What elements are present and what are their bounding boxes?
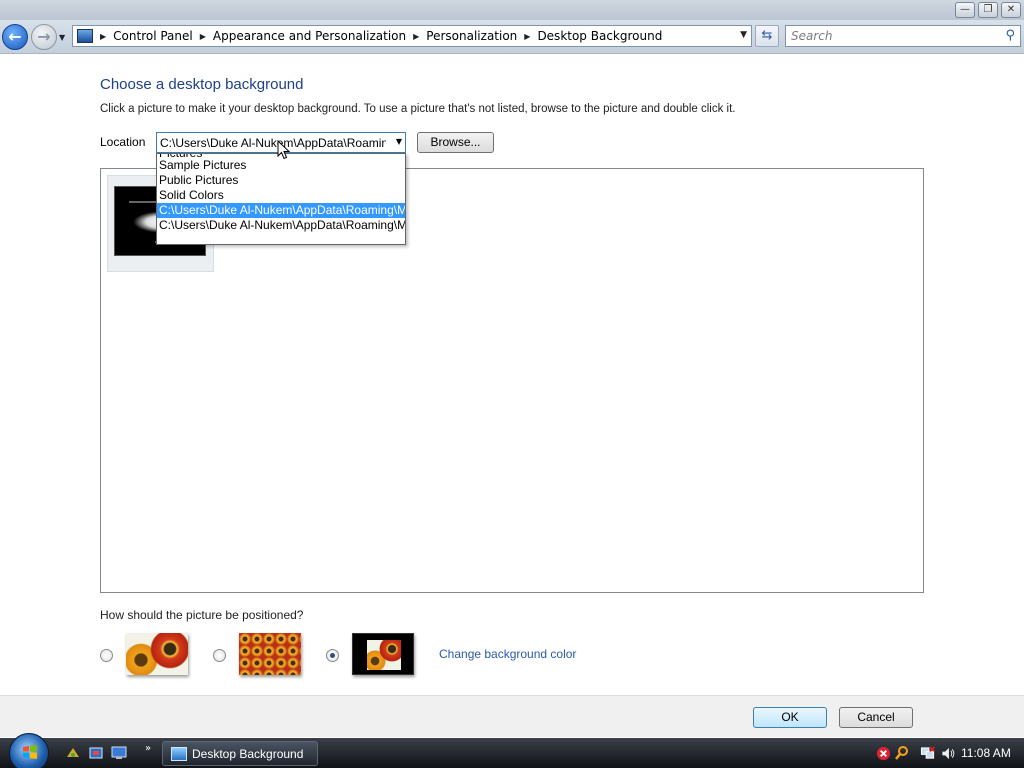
location-value: C:\Users\Duke Al-Nukem\AppData\Roaming\M…	[160, 136, 386, 150]
location-option[interactable]: Sample Pictures	[157, 158, 405, 173]
quicklaunch-more-icon[interactable]: »	[145, 743, 151, 754]
address-dropdown-icon[interactable]: ▼	[740, 30, 747, 40]
windows-logo-icon	[23, 745, 37, 759]
ok-button[interactable]: OK	[753, 707, 827, 728]
breadcrumb-arrow-icon[interactable]: ▶	[97, 32, 109, 41]
cancel-button[interactable]: Cancel	[839, 707, 913, 728]
location-option[interactable]: C:\Users\Duke Al-Nukem\AppData\Roaming\M…	[157, 218, 405, 233]
forward-button[interactable]: →	[31, 24, 57, 50]
position-fill-image[interactable]	[126, 633, 188, 675]
maximize-button[interactable]: ❐	[978, 2, 998, 18]
location-option[interactable]: Public Pictures	[157, 173, 405, 188]
recent-pages-arrow-icon[interactable]: ▼	[59, 33, 65, 42]
back-button[interactable]: ←	[2, 24, 28, 50]
location-label: Location	[100, 135, 146, 149]
location-option[interactable]: Solid Colors	[157, 188, 405, 203]
control-panel-icon	[171, 747, 187, 761]
position-fill-radio[interactable]	[100, 649, 113, 662]
main-content: Choose a desktop background Click a pict…	[0, 55, 1024, 695]
breadcrumb-appearance[interactable]: Appearance and Personalization	[209, 29, 410, 43]
breadcrumb-control-panel[interactable]: Control Panel	[109, 29, 197, 43]
taskbar-item-desktop-background[interactable]: Desktop Background	[162, 741, 318, 766]
search-tray-icon[interactable]	[894, 745, 910, 761]
location-option-selected[interactable]: C:\Users\Duke Al-Nukem\AppData\Roaming\M…	[157, 203, 405, 218]
network-icon[interactable]	[920, 746, 936, 761]
breadcrumb-personalization[interactable]: Personalization	[422, 29, 521, 43]
location-dropdown-list[interactable]: Pictures Sample Pictures Public Pictures…	[156, 153, 406, 245]
minimize-button[interactable]: —	[955, 2, 975, 18]
volume-icon[interactable]	[940, 746, 956, 761]
breadcrumb-arrow-icon[interactable]: ▶	[410, 32, 422, 41]
breadcrumb-arrow-icon[interactable]: ▶	[521, 32, 533, 41]
address-bar[interactable]: ▶ Control Panel ▶ Appearance and Persona…	[72, 25, 752, 47]
taskbar: » Desktop Background 11:08 AM	[0, 733, 1024, 768]
breadcrumb-arrow-icon[interactable]: ▶	[197, 32, 209, 41]
search-icon[interactable]: ⚲	[1005, 28, 1015, 43]
position-center-image[interactable]	[352, 633, 414, 675]
position-tile-image[interactable]	[239, 633, 301, 675]
change-background-color-link[interactable]: Change background color	[439, 647, 576, 661]
page-title: Choose a desktop background	[100, 76, 304, 93]
close-button[interactable]: ✕	[1001, 2, 1021, 18]
browse-button[interactable]: Browse...	[417, 132, 494, 153]
quicklaunch-switch-windows-icon[interactable]	[88, 745, 104, 761]
position-center-radio[interactable]	[326, 649, 339, 662]
system-tray: 11:08 AM	[868, 741, 1024, 766]
security-alert-icon[interactable]	[876, 746, 891, 761]
start-button[interactable]	[9, 733, 49, 768]
position-tile-radio[interactable]	[213, 649, 226, 662]
clock[interactable]: 11:08 AM	[961, 746, 1011, 760]
navigation-toolbar: ← → ▼ ▶ Control Panel ▶ Appearance and P…	[0, 20, 1024, 54]
instructions-text: Click a picture to make it your desktop …	[100, 103, 736, 115]
breadcrumb-desktop-background[interactable]: Desktop Background	[533, 29, 666, 43]
mouse-cursor-icon	[277, 140, 291, 160]
refresh-button[interactable]: ⇆	[755, 25, 779, 47]
position-question: How should the picture be positioned?	[100, 608, 304, 622]
quicklaunch-show-desktop-icon[interactable]	[111, 745, 127, 761]
title-bar: — ❐ ✕	[0, 0, 1024, 20]
taskbar-item-label: Desktop Background	[192, 747, 304, 761]
search-placeholder: Search	[791, 29, 833, 43]
dialog-footer: OK Cancel	[0, 695, 1024, 737]
quicklaunch-app-icon[interactable]	[65, 745, 81, 761]
chevron-down-icon[interactable]: ▼	[396, 137, 402, 146]
search-input[interactable]: Search ⚲	[785, 25, 1021, 47]
control-panel-icon	[77, 29, 93, 43]
